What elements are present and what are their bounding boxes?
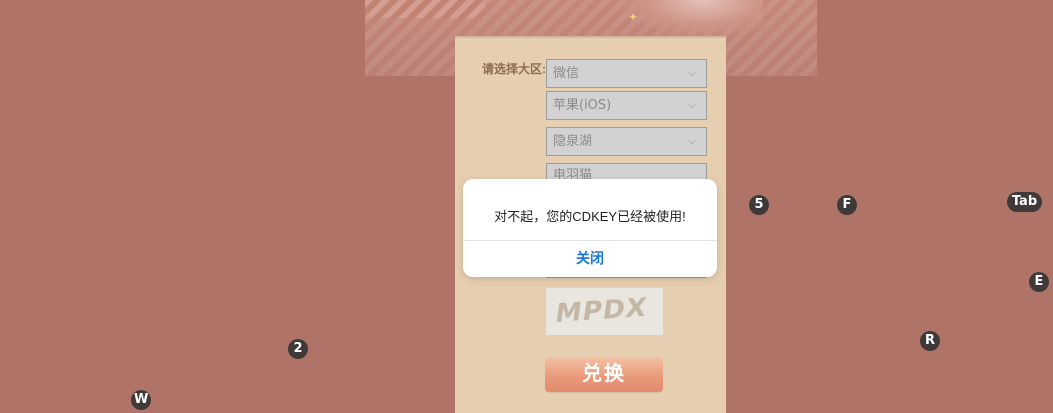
- key-hint-f: F: [837, 195, 857, 215]
- key-hint-r: R: [920, 331, 940, 351]
- key-hint-5: 5: [749, 195, 769, 215]
- dialog-message: 对不起，您的CDKEY已经被使用!: [494, 209, 686, 224]
- dialog-close-button[interactable]: 关闭: [463, 241, 717, 277]
- key-hint-tab: Tab: [1007, 192, 1042, 212]
- key-hint-e: E: [1029, 272, 1049, 292]
- alert-dialog: 对不起，您的CDKEY已经被使用! 关闭: [463, 179, 717, 277]
- key-hint-2: 2: [288, 339, 308, 359]
